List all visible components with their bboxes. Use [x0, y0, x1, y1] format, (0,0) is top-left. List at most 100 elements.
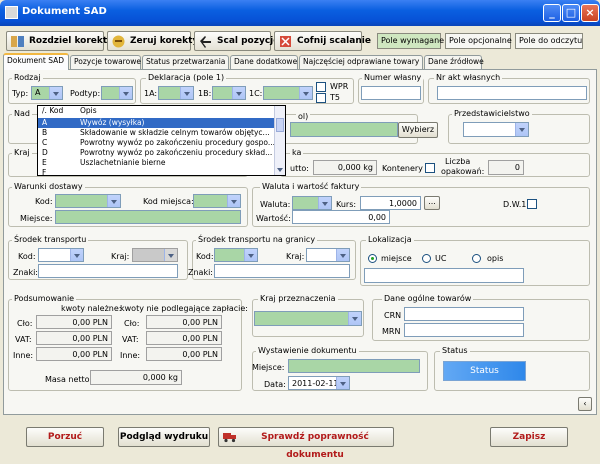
inne-label: Inne:: [13, 351, 34, 360]
masa-prefix: utto:: [290, 164, 309, 173]
srodek-kod-select[interactable]: [38, 248, 84, 262]
srodek-kraj-select[interactable]: [132, 248, 178, 262]
chevron-down-icon[interactable]: [232, 87, 245, 99]
wartosc-label: Wartość:: [256, 214, 291, 223]
masa-netto-label: Masa netto:: [45, 375, 93, 384]
chevron-down-icon[interactable]: [119, 87, 132, 99]
save-button[interactable]: Zapisz: [490, 427, 568, 447]
popup-scrollbar[interactable]: [274, 106, 285, 175]
kurs-more-button[interactable]: ...: [424, 196, 440, 210]
liczba-label: Liczba: [445, 157, 471, 166]
granica-kod-select[interactable]: [214, 248, 258, 262]
option-code: D: [42, 148, 48, 157]
1a-select[interactable]: [158, 86, 194, 100]
choose-button[interactable]: Wybierz: [398, 122, 438, 138]
kurs-label: Kurs:: [336, 200, 357, 209]
uc-radio[interactable]: [422, 254, 431, 263]
waluta-select[interactable]: [292, 196, 332, 210]
chevron-down-icon[interactable]: [515, 123, 528, 136]
wystawienie-miejsce-input[interactable]: [288, 359, 420, 373]
popup-option[interactable]: E Uszlachetnianie bierne: [38, 158, 275, 168]
wartosc-input[interactable]: 0,00: [292, 210, 390, 224]
tab-status-przetwarzania[interactable]: Status przetwarzania: [142, 55, 229, 69]
popup-option[interactable]: C Powrotny wywóz po zakończeniu procedury…: [38, 138, 275, 148]
kwoty-nalezne-label: kwoty należne:: [61, 304, 122, 313]
merge-icon: [200, 36, 211, 48]
podsumowanie-title: Podsumowanie: [12, 294, 77, 303]
srodek-znaki-input[interactable]: [38, 264, 178, 278]
1c-select[interactable]: [263, 86, 313, 100]
crn-input[interactable]: [404, 307, 524, 321]
masa-brutto-value: 0,000 kg: [313, 160, 377, 175]
option-code: C: [42, 138, 48, 147]
chevron-down-icon[interactable]: [336, 249, 349, 261]
kod-miejsca-select[interactable]: [193, 194, 241, 208]
granica-kraj-label: Kraj:: [286, 252, 305, 261]
split-correction-button[interactable]: Rozdziel korektę: [6, 31, 113, 51]
legend-readonly: Pole do odczytu: [515, 33, 583, 49]
chevron-down-icon[interactable]: [180, 87, 193, 99]
chevron-left-icon[interactable]: ‹: [578, 397, 592, 411]
undo-merge-icon: [280, 36, 291, 47]
tab-dane-dodatkowe[interactable]: Dane dodatkowe: [230, 55, 298, 69]
app-icon: [5, 6, 18, 19]
chevron-down-icon[interactable]: [227, 195, 240, 207]
chevron-down-icon[interactable]: [348, 312, 361, 325]
opis-radio[interactable]: [472, 254, 481, 263]
tab-dokument-sad[interactable]: Dokument SAD: [3, 53, 69, 70]
chevron-down-icon[interactable]: [164, 249, 177, 261]
nadawca-partial-title: ol): [296, 112, 311, 121]
kontenery-checkbox[interactable]: [425, 163, 435, 173]
dw1-checkbox[interactable]: [527, 199, 537, 209]
merge-items-button[interactable]: Scal pozycje: [194, 31, 279, 51]
reset-corrections-button[interactable]: Zeruj korekty: [107, 31, 198, 51]
lokalizacja-input[interactable]: [364, 268, 524, 283]
popup-option[interactable]: F: [38, 168, 275, 176]
popup-option[interactable]: A Wywóz (wysyłka): [38, 118, 275, 128]
cancel-button[interactable]: Porzuć: [26, 427, 104, 447]
chevron-down-icon[interactable]: [299, 87, 312, 99]
close-icon[interactable]: ×: [581, 4, 599, 22]
typ-dropdown-list[interactable]: /. Kod Opis A Wywóz (wysyłka) B Składowani…: [37, 105, 286, 176]
nr-akt-input[interactable]: [437, 86, 587, 100]
minimize-icon[interactable]: _: [543, 4, 561, 22]
chevron-down-icon[interactable]: [107, 195, 120, 207]
check-document-button[interactable]: Sprawdź poprawność dokumentu: [218, 427, 394, 460]
chevron-down-icon[interactable]: [244, 249, 257, 261]
typ-select[interactable]: A: [31, 86, 63, 100]
warunki-kod-select[interactable]: [55, 194, 121, 208]
maximize-icon[interactable]: □: [562, 4, 580, 22]
chevron-down-icon[interactable]: [336, 377, 349, 389]
numer-wlasny-input[interactable]: [361, 86, 421, 100]
dane-ogolne-title: Dane ogólne towarów: [382, 294, 474, 303]
kurs-input[interactable]: 1,0000: [360, 196, 421, 210]
data-select[interactable]: 2011-02-11: [288, 376, 350, 390]
popup-option[interactable]: B Składowanie w składzie celnym towarów o…: [38, 128, 275, 138]
przedstawicielstwo-select[interactable]: [463, 122, 529, 137]
podtyp-select[interactable]: [101, 86, 133, 100]
scroll-down-icon[interactable]: [277, 168, 283, 172]
wpr-checkbox[interactable]: [316, 82, 326, 92]
data-value: 2011-02-11: [292, 379, 339, 388]
chevron-down-icon[interactable]: [70, 249, 83, 261]
kraj-przeznaczenia-select[interactable]: [254, 311, 362, 326]
undo-merge-button[interactable]: Cofnij scalanie: [274, 31, 371, 51]
t5-checkbox[interactable]: [316, 93, 326, 103]
miejsce-radio[interactable]: [368, 254, 377, 263]
kraj-title: Kraj: [12, 148, 32, 157]
warunki-miejsce-input[interactable]: [55, 210, 241, 224]
print-preview-button[interactable]: Podgląd wydruku: [118, 427, 210, 447]
scrollbar-thumb[interactable]: [276, 118, 284, 132]
nadawca-input[interactable]: [290, 122, 398, 137]
chevron-down-icon[interactable]: [318, 197, 331, 209]
1b-select[interactable]: [212, 86, 246, 100]
chevron-down-icon[interactable]: [49, 87, 62, 99]
popup-option[interactable]: D Powrotny wywóz po zakończeniu procedury…: [38, 148, 275, 158]
option-code: B: [42, 128, 48, 137]
granica-kraj-select[interactable]: [306, 248, 350, 262]
tab-dane-zrodlowe[interactable]: Dane źródłowe: [424, 55, 484, 69]
mrn-input[interactable]: [404, 323, 524, 337]
tab-najczesciej-odprawiane[interactable]: Najczęściej odprawiane towary: [299, 55, 423, 69]
granica-znaki-input[interactable]: [214, 264, 350, 278]
tab-pozycje-towarowe[interactable]: Pozycje towarowe: [70, 55, 141, 69]
